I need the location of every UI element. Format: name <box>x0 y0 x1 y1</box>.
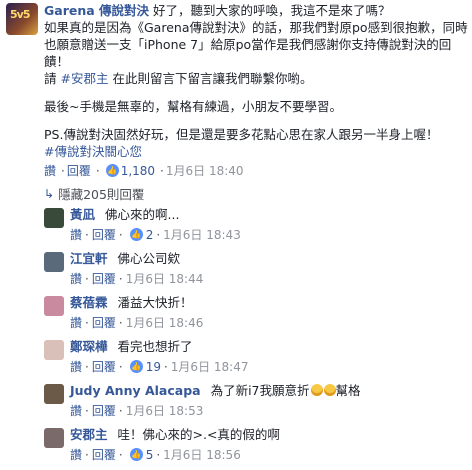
reply-text: 看完也想折了 <box>117 339 193 354</box>
like-link[interactable]: 讚 <box>70 314 82 331</box>
comment-author[interactable]: Garena 傳說對決 <box>44 3 149 18</box>
reply-link[interactable]: 回覆 <box>92 226 116 243</box>
comment-request-text: 請 <box>44 71 57 86</box>
like-link[interactable]: 讚 <box>70 226 82 243</box>
laugh-emoji-icon <box>310 384 323 396</box>
page-avatar[interactable]: 5v5 <box>6 3 38 35</box>
like-thumb-icon: 👍 <box>129 360 143 373</box>
like-link[interactable]: 讚 <box>70 270 82 287</box>
like-thumb-icon: 👍 <box>129 448 143 461</box>
comment-paragraph-4: PS.傳說對決固然好玩，但是還是要多花點心思在家人跟另一半身上喔！ <box>44 127 439 142</box>
timestamp[interactable]: 1月6日 18:46 <box>126 314 204 331</box>
hidden-replies-link[interactable]: ↳ 隱藏205則回覆 <box>44 184 144 203</box>
like-thumb-icon: 👍 <box>105 164 119 177</box>
timestamp[interactable]: 1月6日 18:47 <box>171 358 249 375</box>
reply-author[interactable]: 江宜軒 <box>70 251 108 266</box>
reply-link[interactable]: 回覆 <box>67 162 91 179</box>
reply-text: 潘益大快折！ <box>117 295 193 310</box>
reply-author[interactable]: 黃凪 <box>70 207 95 222</box>
reply-link[interactable]: 回覆 <box>92 446 116 463</box>
avatar[interactable] <box>44 428 64 448</box>
main-comment: Garena 傳說對決 好了，聽到大家的呼喚，我這不是來了嗎？ 如果真的是因為《… <box>44 2 468 160</box>
like-link[interactable]: 讚 <box>44 162 56 179</box>
timestamp[interactable]: 1月6日 18:56 <box>163 446 241 463</box>
reply-link[interactable]: 回覆 <box>92 402 116 419</box>
reply-text: 為了新i7我願意折 <box>210 383 310 398</box>
timestamp[interactable]: 1月6日 18:44 <box>126 270 204 287</box>
like-link[interactable]: 讚 <box>70 358 82 375</box>
reply-item: Judy Anny Alacapa 為了新i7我願意折 幫格 讚 · 回覆 · 1… <box>44 382 468 422</box>
reply-text: 佛心公司欸 <box>117 251 181 266</box>
timestamp[interactable]: 1月6日 18:43 <box>163 226 241 243</box>
like-thumb-icon: 👍 <box>129 228 143 241</box>
like-count[interactable]: 2 <box>146 228 154 242</box>
comment-request-text-rest: 在此則留言下留言讓我們聯繫你喲。 <box>112 71 313 86</box>
avatar[interactable] <box>44 296 64 316</box>
avatar[interactable] <box>44 208 64 228</box>
avatar[interactable] <box>44 384 64 404</box>
avatar-logo-text: 5v5 <box>10 8 31 21</box>
reply-arrow-icon: ↳ <box>44 186 55 201</box>
avatar[interactable] <box>44 252 64 272</box>
reply-item: 蔡蓓霖 潘益大快折！ 讚 · 回覆 · 1月6日 18:46 <box>44 294 468 334</box>
reply-link[interactable]: 回覆 <box>92 358 116 375</box>
hidden-replies-label: 隱藏205則回覆 <box>58 187 145 202</box>
timestamp[interactable]: 1月6日 18:53 <box>126 402 204 419</box>
reply-item: 黃凪 佛心來的啊... 讚 · 回覆 · 👍 2 · 1月6日 18:43 <box>44 206 468 246</box>
like-link[interactable]: 讚 <box>70 446 82 463</box>
laugh-emoji-icon <box>323 384 336 396</box>
reply-author[interactable]: Judy Anny Alacapa <box>70 383 201 398</box>
reply-author[interactable]: 蔡蓓霖 <box>70 295 108 310</box>
like-count[interactable]: 19 <box>146 360 161 374</box>
reply-text: 佛心來的啊... <box>105 207 180 222</box>
reply-text: 哇！佛心來的>.<真的假的啊 <box>117 427 280 442</box>
reply-text-after: 幫格 <box>335 383 361 398</box>
reply-item: 鄭琛樺 看完也想折了 讚 · 回覆 · 👍 19 · 1月6日 18:47 <box>44 338 468 378</box>
comment-actions: 讚 · 回覆 · 👍 1,180 · 1月6日 18:40 <box>44 162 244 179</box>
reply-link[interactable]: 回覆 <box>92 270 116 287</box>
comment-paragraph-1: 如果真的是因為《Garena傳說對決》的話，那我們對原po感到很抱歉，同時也願意… <box>44 20 468 69</box>
comment-paragraph-3: 最後~手機是無辜的，幫格有練過，小朋友不要學習。 <box>44 99 342 114</box>
reply-link[interactable]: 回覆 <box>92 314 116 331</box>
hashtag-link[interactable]: #安郡主 <box>61 71 109 86</box>
like-link[interactable]: 讚 <box>70 402 82 419</box>
timestamp[interactable]: 1月6日 18:40 <box>166 162 244 179</box>
reply-author[interactable]: 鄭琛樺 <box>70 339 108 354</box>
reply-author[interactable]: 安郡主 <box>70 427 108 442</box>
like-count[interactable]: 5 <box>146 448 154 462</box>
like-count[interactable]: 1,180 <box>121 164 155 178</box>
reply-item: 江宜軒 佛心公司欸 讚 · 回覆 · 1月6日 18:44 <box>44 250 468 290</box>
reply-item: 安郡主 哇！佛心來的>.<真的假的啊 讚 · 回覆 · 👍 5 · 1月6日 1… <box>44 426 468 466</box>
hashtag-link-2[interactable]: #傳說對決關心您 <box>44 143 468 160</box>
comment-text-line1: 好了，聽到大家的呼喚，我這不是來了嗎？ <box>153 3 391 18</box>
avatar[interactable] <box>44 340 64 360</box>
